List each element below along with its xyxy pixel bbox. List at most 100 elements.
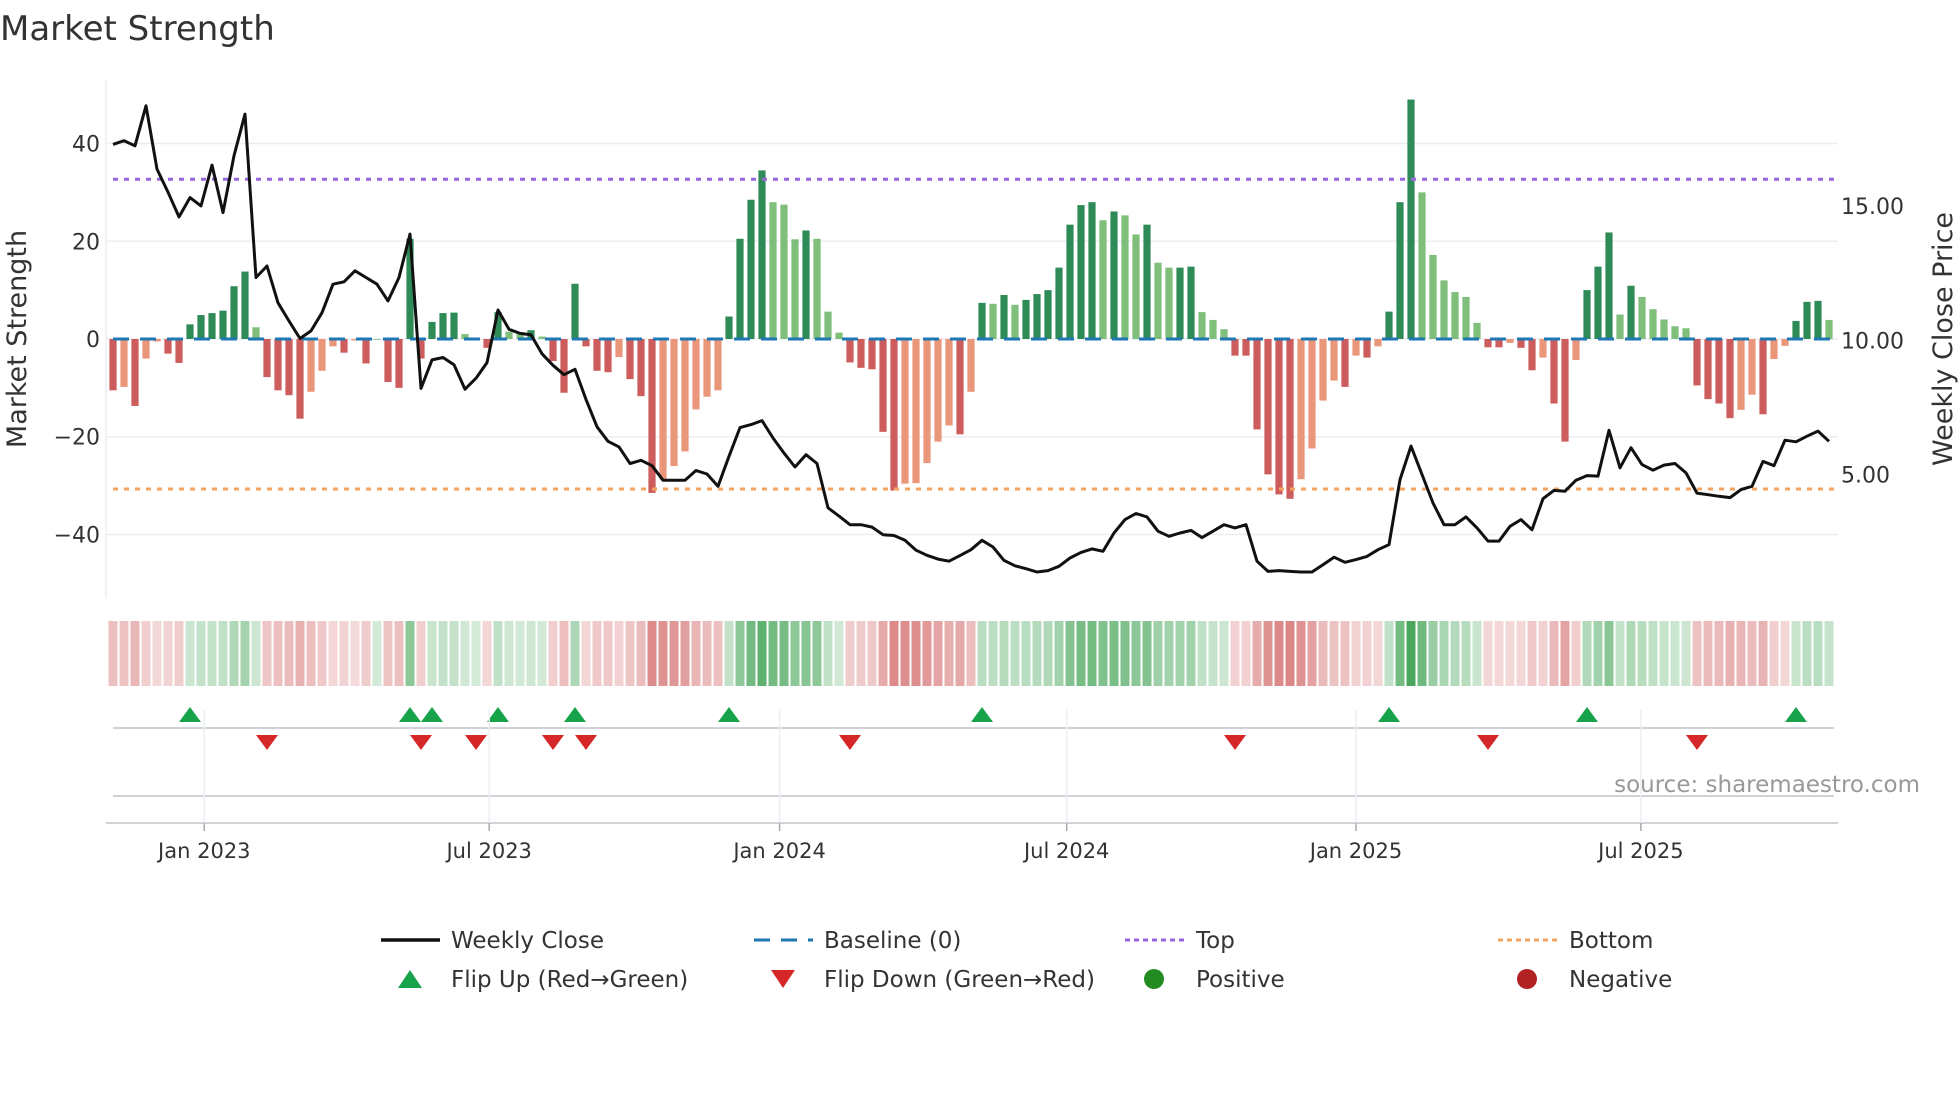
flip-up-legend-icon: [398, 970, 422, 988]
strength-bar: [659, 339, 667, 480]
strength-bar: [1473, 322, 1481, 339]
strength-bar: [1451, 292, 1459, 339]
heat-cell: [1164, 621, 1174, 686]
strength-bar: [1363, 339, 1371, 358]
heat-cell: [1791, 621, 1801, 686]
strength-bar: [142, 339, 150, 359]
strength-bar: [736, 238, 744, 339]
heat-cell: [185, 621, 195, 686]
strength-bar: [912, 339, 920, 484]
heat-cell: [1043, 621, 1053, 686]
heat-cell: [306, 621, 316, 686]
strength-bar: [1682, 328, 1690, 339]
strength-bar: [1121, 215, 1129, 339]
heat-cell: [1692, 621, 1702, 686]
heat-cell: [1780, 621, 1790, 686]
heat-cell: [1714, 621, 1724, 686]
strength-bar: [1308, 339, 1316, 449]
flip-up-marker: [971, 707, 993, 722]
heat-cell: [1395, 621, 1405, 686]
heat-cell: [449, 621, 459, 686]
strength-bar: [1462, 296, 1470, 339]
strength-bar: [164, 339, 172, 354]
strength-bar: [1077, 205, 1085, 339]
heat-cell: [427, 621, 437, 686]
strength-bar: [120, 339, 128, 387]
strength-bar: [780, 204, 788, 339]
heat-cell: [999, 621, 1009, 686]
heat-cell: [1703, 621, 1713, 686]
flip-down-marker: [542, 735, 564, 750]
heat-cell: [350, 621, 360, 686]
chart-title: Market Strength: [0, 9, 275, 49]
heat-cell: [1725, 621, 1735, 686]
strength-bar: [109, 339, 117, 391]
x-tick-label: Jul 2024: [1022, 839, 1109, 863]
strength-bar: [1088, 202, 1096, 339]
strength-bar: [923, 339, 931, 464]
heat-cell: [1813, 621, 1823, 686]
strength-bar: [1429, 254, 1437, 339]
heat-cell: [152, 621, 162, 686]
strength-bar: [384, 339, 392, 383]
heat-cell: [746, 621, 756, 686]
y-axis-ticks: 40 20 0 −20 −40: [54, 133, 100, 549]
strength-bar: [318, 339, 326, 371]
strength-bar: [1506, 339, 1514, 343]
heat-cell: [702, 621, 712, 686]
heat-cell: [801, 621, 811, 686]
strength-bar: [1352, 339, 1360, 356]
strength-bar: [593, 339, 601, 371]
heat-cell: [658, 621, 668, 686]
strength-bar: [1583, 290, 1591, 339]
heat-cell: [834, 621, 844, 686]
strength-bar: [307, 339, 315, 392]
heat-cell: [1230, 621, 1240, 686]
heat-cell: [1186, 621, 1196, 686]
y-axis-title: Market Strength: [2, 230, 33, 448]
x-tick-label: Jan 2023: [156, 839, 251, 863]
strength-bar: [439, 313, 447, 339]
y2-tick-label: 5.00: [1841, 464, 1890, 489]
legend-label: Weekly Close: [451, 928, 604, 954]
flip-up-marker: [718, 707, 740, 722]
strength-bar: [450, 312, 458, 339]
heat-cell: [317, 621, 327, 686]
heat-cell: [460, 621, 470, 686]
strength-bar: [274, 339, 282, 391]
legend-item-baseline: Baseline (0): [754, 928, 961, 954]
heat-cell: [504, 621, 514, 686]
market-strength-chart: Market Strength 40 20 0 −20 −40 15.00 10.00 5.…: [0, 9, 1959, 993]
strength-bar: [725, 316, 733, 339]
flip-down-marker: [1477, 735, 1499, 750]
flip-down-marker: [839, 735, 861, 750]
heat-cell: [944, 621, 954, 686]
strength-bar: [1814, 300, 1822, 339]
heat-cell: [1274, 621, 1284, 686]
flip-up-marker: [487, 707, 509, 722]
y2-axis-ticks: 15.00 10.00 5.00: [1841, 195, 1904, 488]
y2-tick-label: 15.00: [1841, 195, 1904, 220]
strength-bar: [219, 310, 227, 339]
heat-cell: [1659, 621, 1669, 686]
strength-bar: [373, 339, 381, 340]
flip-down-marker: [410, 735, 432, 750]
heat-cell: [218, 621, 228, 686]
strength-bar: [637, 339, 645, 397]
heat-cell: [328, 621, 338, 686]
heat-cell: [856, 621, 866, 686]
strength-bar: [1275, 339, 1283, 495]
heat-cell: [1615, 621, 1625, 686]
strength-bar: [571, 283, 579, 339]
heat-cell: [911, 621, 921, 686]
heat-cell: [1681, 621, 1691, 686]
strength-bar: [1000, 295, 1008, 339]
heat-cell: [592, 621, 602, 686]
heat-cell: [922, 621, 932, 686]
strength-bar: [1803, 301, 1811, 339]
strength-bar: [549, 339, 557, 361]
heat-cell: [1318, 621, 1328, 686]
strength-bar: [1209, 319, 1217, 339]
strength-bar: [1011, 304, 1019, 339]
heat-cell: [262, 621, 272, 686]
